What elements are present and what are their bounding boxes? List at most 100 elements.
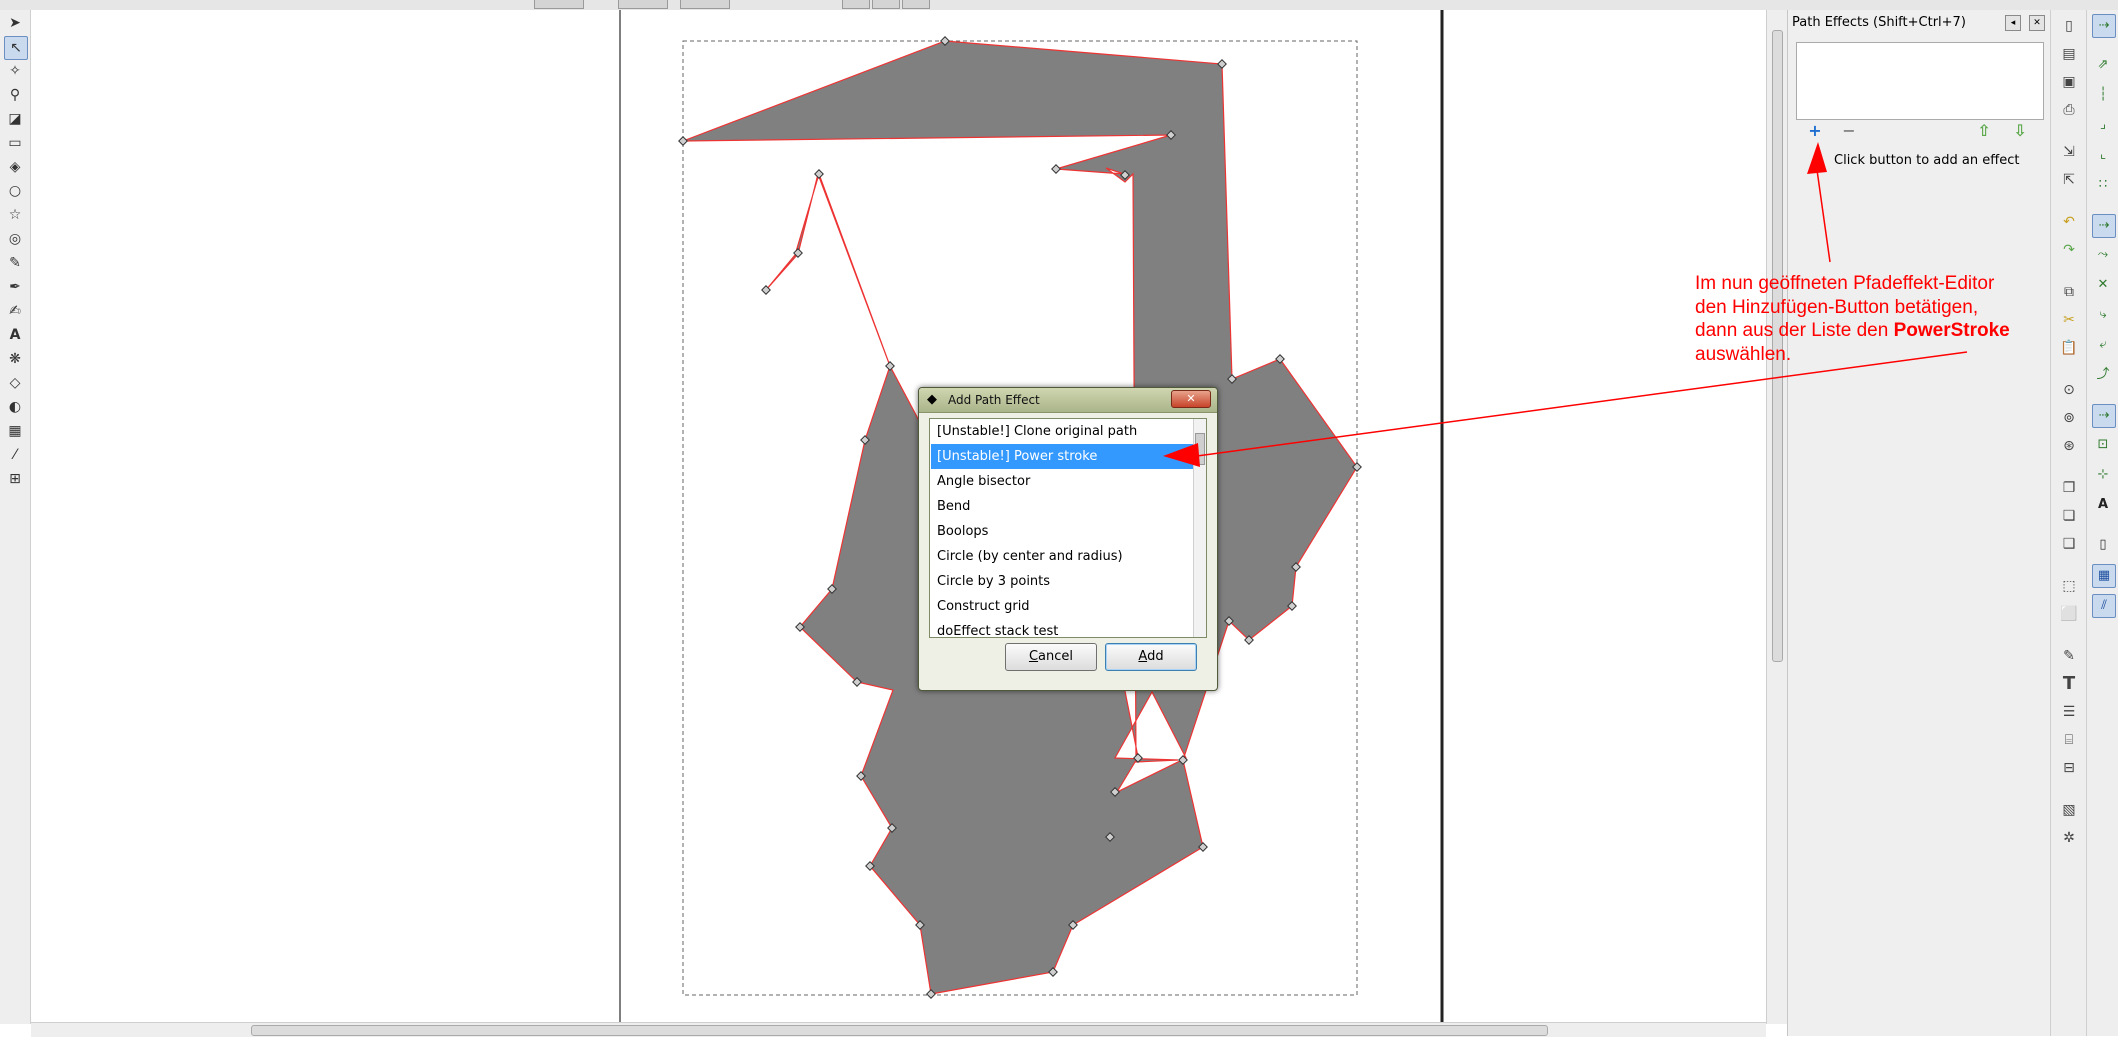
layers-icon[interactable]: ☰ [2059,702,2079,722]
snap-bbox-corner-icon[interactable]: ⌟ [2092,114,2114,136]
effect-option[interactable]: Circle (by center and radius) [931,544,1199,569]
snap-smooth-icon[interactable]: ⤷ [2092,304,2114,326]
zoom-tool-icon[interactable]: ⚲ [4,84,26,106]
effect-option[interactable]: Boolops [931,519,1199,544]
snap-bbox-edge-icon[interactable]: ┆ [2092,84,2114,106]
effect-list[interactable] [1796,42,2044,120]
snap-rotation-center-icon[interactable]: ⊹ [2092,464,2114,486]
connector-tool-icon[interactable]: ⊞ [4,468,26,490]
effect-options-list[interactable]: [Unstable!] Clone original path [Unstabl… [929,418,1207,638]
snap-object-center-icon[interactable]: ⊡ [2092,434,2114,456]
snap-guide-icon[interactable]: ⫽ [2092,594,2116,618]
inkscape-logo-icon: ◆ [927,392,937,407]
effect-option[interactable]: Circle by 3 points [931,569,1199,594]
spiral-tool-icon[interactable]: ◎ [4,228,26,250]
snap-midpoint-icon[interactable]: ⤶ [2092,334,2114,356]
xml-editor-icon[interactable]: ⌸ [2059,730,2079,750]
preferences-icon[interactable]: ✲ [2059,828,2079,848]
cut-icon[interactable]: ✂ [2059,310,2079,330]
snap-page-border-icon[interactable]: ▯ [2092,534,2114,556]
eraser-tool-icon[interactable]: ◇ [4,372,26,394]
snap-text-baseline-icon[interactable]: A [2092,494,2114,516]
zoom-drawing-icon[interactable]: ⊚ [2059,408,2079,428]
effect-option[interactable]: doEffect stack test [931,619,1199,637]
toolbar-field[interactable] [534,0,584,9]
horizontal-scrollbar[interactable] [31,1022,1766,1037]
tweak-tool-icon[interactable]: ✧ [4,60,26,82]
list-scrollbar[interactable] [1193,419,1206,637]
dialog-close-button[interactable]: ✕ [1171,390,1211,408]
bucket-tool-icon[interactable]: ◐ [4,396,26,418]
star-tool-icon[interactable]: ☆ [4,204,26,226]
drawing-canvas[interactable] [31,10,1766,1024]
snap-toggle-icon[interactable]: ⇢ [2092,14,2116,38]
node-tool-icon[interactable]: ↖ [4,36,28,60]
horizontal-scroll-thumb[interactable] [251,1025,1548,1036]
new-document-icon[interactable]: ▯ [2059,16,2079,36]
move-up-icon[interactable]: ⇧ [1975,122,1993,140]
fill-stroke-icon[interactable]: ✎ [2059,646,2079,666]
redo-icon[interactable]: ↷ [2059,240,2079,260]
vertical-scrollbar[interactable] [1766,10,1787,1024]
selector-tool-icon[interactable]: ➤ [4,12,26,34]
measure-tool-icon[interactable]: ◪ [4,108,26,130]
undo-icon[interactable]: ↶ [2059,212,2079,232]
panel-close-icon[interactable]: ✕ [2029,15,2045,31]
align-icon[interactable]: ⊟ [2059,758,2079,778]
unlink-clone-icon[interactable]: ❑ [2059,534,2079,554]
save-icon[interactable]: ▣ [2059,72,2079,92]
gradient-tool-icon[interactable]: ▦ [4,420,26,442]
rectangle-tool-icon[interactable]: ▭ [4,132,26,154]
snap-grid-icon[interactable]: ▦ [2092,564,2116,588]
list-scroll-thumb[interactable] [1195,433,1205,465]
toolbar-button[interactable] [842,0,870,9]
snap-intersection-icon[interactable]: ✕ [2092,274,2114,296]
move-down-icon[interactable]: ⇩ [2011,122,2029,140]
paste-icon[interactable]: 📋 [2059,338,2079,358]
3d-box-tool-icon[interactable]: ◈ [4,156,26,178]
import-icon[interactable]: ⇲ [2059,142,2079,162]
snap-others-icon[interactable]: ⇢ [2092,404,2116,428]
snap-bbox-center-icon[interactable]: ∷ [2092,174,2114,196]
dialog-titlebar[interactable]: ◆ Add Path Effect ✕ [919,388,1217,413]
effect-option-selected[interactable]: [Unstable!] Power stroke [931,444,1199,469]
duplicate-icon[interactable]: ❐ [2059,478,2079,498]
cancel-button[interactable]: Cancel [1005,643,1097,671]
toolbar-button[interactable] [902,0,930,9]
add-button[interactable]: Add [1105,643,1197,671]
ungroup-icon[interactable]: ⬜ [2059,604,2079,624]
effect-option[interactable]: [Unstable!] Clone original path [931,419,1199,444]
add-effect-icon[interactable]: + [1806,122,1824,140]
effect-option[interactable]: Bend [931,494,1199,519]
effect-option[interactable]: Construct grid [931,594,1199,619]
snap-bbox-mid-icon[interactable]: ⌞ [2092,144,2114,166]
effect-option[interactable]: Angle bisector [931,469,1199,494]
clone-icon[interactable]: ❏ [2059,506,2079,526]
group-icon[interactable]: ⬚ [2059,576,2079,596]
export-icon[interactable]: ⇱ [2059,170,2079,190]
zoom-selection-icon[interactable]: ⊙ [2059,380,2079,400]
snap-path-icon[interactable]: ⤳ [2092,244,2114,266]
spray-tool-icon[interactable]: ❋ [4,348,26,370]
open-file-icon[interactable]: ▤ [2059,44,2079,64]
snap-center-icon[interactable]: ⤴ [2092,364,2114,386]
snap-bbox-icon[interactable]: ⇗ [2092,54,2114,76]
snap-nodes-icon[interactable]: ⇢ [2092,214,2116,238]
print-icon[interactable]: ⎙ [2059,100,2079,120]
pencil-tool-icon[interactable]: ✎ [4,252,26,274]
remove-effect-icon[interactable]: − [1840,122,1858,140]
text-tool-icon[interactable]: A [4,324,26,346]
calligraphy-tool-icon[interactable]: ✍ [4,300,26,322]
dialog-title: Add Path Effect [948,393,1040,407]
document-properties-icon[interactable]: ▧ [2059,800,2079,820]
copy-icon[interactable]: ⧉ [2059,282,2079,302]
pen-tool-icon[interactable]: ✒ [4,276,26,298]
zoom-page-icon[interactable]: ⊛ [2059,436,2079,456]
ellipse-tool-icon[interactable]: ○ [4,180,26,202]
toolbar-button[interactable] [872,0,900,9]
dropper-tool-icon[interactable]: ⁄ [4,444,26,466]
text-font-icon[interactable]: T [2059,674,2079,694]
toolbar-field[interactable] [618,0,668,9]
toolbar-field[interactable] [680,0,730,9]
panel-iconify-icon[interactable]: ◂ [2005,15,2021,31]
